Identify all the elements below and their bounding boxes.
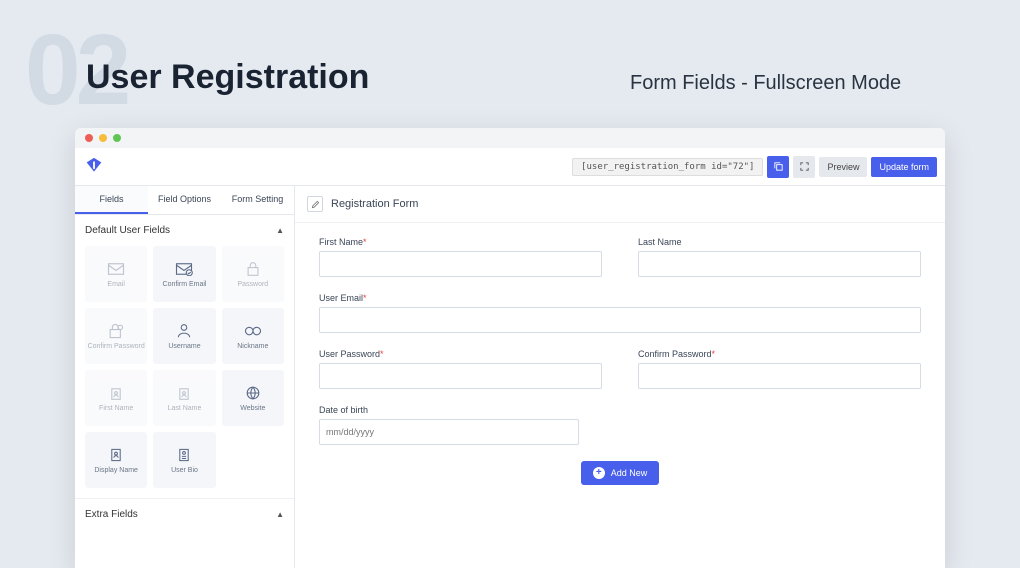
input-confirm-password[interactable] — [638, 363, 921, 389]
label-first-name: First Name* — [319, 237, 602, 247]
field-tile-nickname[interactable]: Nickname — [222, 308, 284, 364]
tile-label: User Bio — [171, 467, 198, 474]
field-tile-first-name[interactable]: First Name — [85, 370, 147, 426]
sidebar-tabs: Fields Field Options Form Setting — [75, 186, 294, 215]
field-tile-user-bio[interactable]: User Bio — [153, 432, 215, 488]
edit-icon[interactable] — [307, 196, 323, 212]
field-tile-email[interactable]: Email — [85, 246, 147, 302]
traffic-lights — [75, 128, 945, 148]
user-bio-icon — [175, 447, 193, 463]
preview-button[interactable]: Preview — [819, 157, 867, 177]
confirm-password-icon — [107, 323, 125, 339]
label-user-password: User Password* — [319, 349, 602, 359]
add-new-row-button[interactable]: + Add New — [581, 461, 660, 485]
tile-label: Last Name — [168, 405, 202, 412]
field-tile-password[interactable]: Password — [222, 246, 284, 302]
last-name-icon — [175, 385, 193, 401]
tab-field-options[interactable]: Field Options — [148, 186, 221, 214]
shortcode-display: [user_registration_form id="72"] — [572, 158, 763, 176]
first-name-icon — [107, 385, 125, 401]
add-new-label: Add New — [611, 468, 648, 478]
field-tile-confirm-password[interactable]: Confirm Password — [85, 308, 147, 364]
section-label: Default User Fields — [85, 225, 170, 236]
hero-title: User Registration — [86, 58, 369, 97]
maximize-dot[interactable] — [113, 134, 121, 142]
caret-up-icon: ▲ — [276, 226, 284, 235]
field-tile-last-name[interactable]: Last Name — [153, 370, 215, 426]
toolbar: [user_registration_form id="72"] Preview… — [75, 148, 945, 186]
tile-label: Confirm Email — [163, 281, 207, 288]
sidebar: Fields Field Options Form Setting Defaul… — [75, 186, 295, 568]
form-title: Registration Form — [331, 198, 418, 210]
confirm-email-icon — [175, 261, 193, 277]
hero-subtitle: Form Fields - Fullscreen Mode — [630, 72, 901, 95]
form-header: Registration Form — [295, 186, 945, 223]
tile-label: Website — [240, 405, 265, 412]
field-tile-website[interactable]: Website — [222, 370, 284, 426]
website-icon — [244, 385, 262, 401]
tile-label: Confirm Password — [88, 343, 145, 350]
tile-label: Password — [237, 281, 268, 288]
form-builder-canvas: Registration Form First Name* Last Name … — [295, 186, 945, 568]
tile-label: Nickname — [237, 343, 268, 350]
input-user-password[interactable] — [319, 363, 602, 389]
app-window: [user_registration_form id="72"] Preview… — [75, 128, 945, 568]
username-icon — [175, 323, 193, 339]
tile-label: Display Name — [94, 467, 138, 474]
fullscreen-toggle-button[interactable] — [793, 156, 815, 178]
display-name-icon — [107, 447, 125, 463]
label-user-email: User Email* — [319, 293, 921, 303]
field-grid: Email Confirm Email Password Confirm Pas… — [75, 246, 294, 498]
label-last-name: Last Name — [638, 237, 921, 247]
close-dot[interactable] — [85, 134, 93, 142]
copy-shortcode-button[interactable] — [767, 156, 789, 178]
input-last-name[interactable] — [638, 251, 921, 277]
plugin-logo — [83, 156, 105, 178]
section-extra-fields[interactable]: Extra Fields ▲ — [75, 498, 294, 530]
tile-label: Email — [107, 281, 125, 288]
input-user-email[interactable] — [319, 307, 921, 333]
tab-fields[interactable]: Fields — [75, 186, 148, 214]
update-form-button[interactable]: Update form — [871, 157, 937, 177]
field-tile-display-name[interactable]: Display Name — [85, 432, 147, 488]
password-icon — [244, 261, 262, 277]
field-tile-confirm-email[interactable]: Confirm Email — [153, 246, 215, 302]
field-tile-username[interactable]: Username — [153, 308, 215, 364]
email-icon — [107, 261, 125, 277]
section-label: Extra Fields — [85, 509, 138, 520]
label-confirm-password: Confirm Password* — [638, 349, 921, 359]
plus-icon: + — [593, 467, 605, 479]
input-dob[interactable] — [319, 419, 579, 445]
nickname-icon — [244, 323, 262, 339]
caret-up-icon: ▲ — [276, 510, 284, 519]
tile-label: Username — [168, 343, 200, 350]
tab-form-setting[interactable]: Form Setting — [221, 186, 294, 214]
section-default-user-fields[interactable]: Default User Fields ▲ — [75, 215, 294, 246]
tile-label: First Name — [99, 405, 133, 412]
minimize-dot[interactable] — [99, 134, 107, 142]
input-first-name[interactable] — [319, 251, 602, 277]
label-dob: Date of birth — [319, 405, 921, 415]
